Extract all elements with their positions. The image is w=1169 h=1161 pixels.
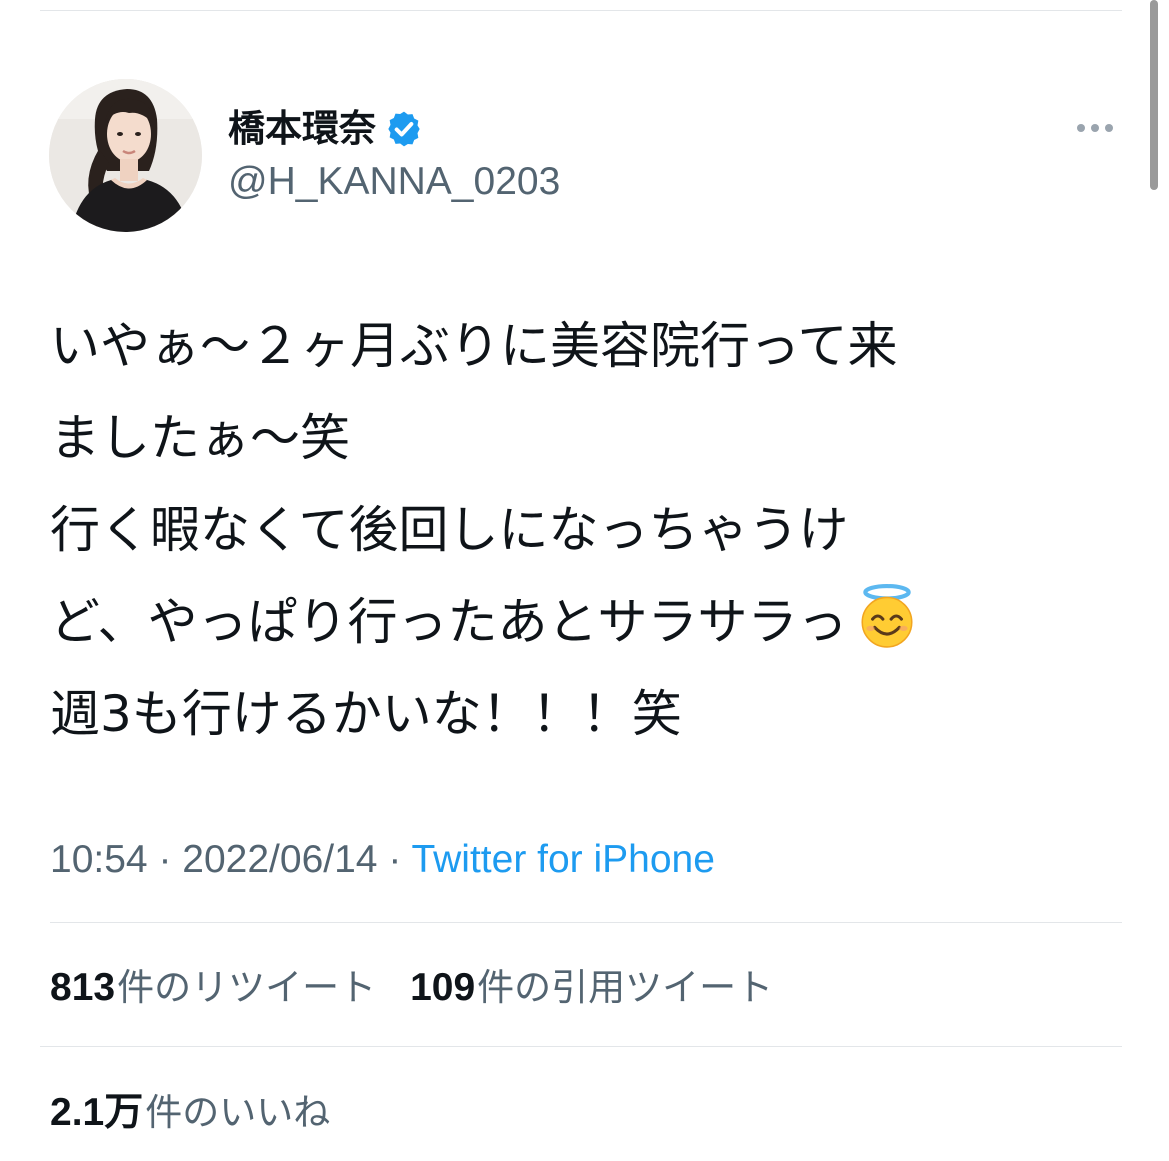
likes-stat-row: 2.1万 件のいいね	[50, 1083, 330, 1135]
tweet-text-line-with-emoji: ど、やっぱり行ったあとサラサラっ	[50, 576, 1130, 668]
display-name[interactable]: 橋本環奈	[228, 103, 424, 155]
retweets-stat[interactable]: 813 件のリツイート	[50, 957, 376, 1011]
avatar-photo	[49, 79, 202, 232]
display-name-text[interactable]: 橋本環奈	[228, 103, 376, 155]
tweet-text-line: 行く暇なくて後回しになっちゃうけ	[50, 501, 849, 559]
tweet-source-link[interactable]: Twitter for iPhone	[411, 838, 714, 881]
tweet-text-line: ど、やっぱり行ったあとサラサラっ	[50, 593, 848, 651]
verified-badge-icon	[388, 111, 420, 147]
top-divider	[40, 10, 1122, 11]
divider	[50, 922, 1122, 923]
quote-tweets-stat[interactable]: 109 件の引用ツイート	[410, 957, 773, 1011]
retweets-count: 813	[50, 966, 116, 1009]
tweet-date[interactable]: 2022/06/14	[182, 838, 377, 881]
more-horizontal-icon-dot	[1105, 124, 1113, 132]
retweets-label: 件のリツイート	[117, 966, 377, 1009]
tweet-text-line: ましたぁ～笑	[50, 409, 350, 467]
likes-label: 件のいいね	[145, 1091, 331, 1134]
tweet-text-line: 週3も行けるかいな！！！笑	[50, 685, 682, 743]
tweet-text: いやぁ～２ヶ月ぶりに美容院行って来 ましたぁ～笑 行く暇なくて後回しになっちゃう…	[50, 300, 1130, 760]
quote-tweets-label: 件の引用ツイート	[477, 966, 774, 1009]
smiling-face-with-halo-emoji	[860, 584, 913, 648]
quote-tweets-count: 109	[410, 966, 476, 1009]
avatar[interactable]	[49, 79, 202, 232]
tweet-text-line: いやぁ～２ヶ月ぶりに美容院行って来	[50, 317, 898, 375]
user-handle[interactable]: @H_KANNA_0203	[228, 156, 560, 208]
tweet-meta: 10:54 · 2022/06/14 · Twitter for iPhone	[50, 834, 715, 886]
likes-count: 2.1万	[50, 1091, 144, 1134]
scrollbar[interactable]	[1150, 0, 1158, 190]
likes-stat[interactable]: 2.1万 件のいいね	[50, 1081, 330, 1137]
tweet-time[interactable]: 10:54	[50, 838, 148, 881]
meta-separator: ·	[147, 838, 183, 881]
more-horizontal-icon	[1077, 124, 1085, 132]
engagement-stats: 813 件のリツイート 109 件の引用ツイート	[50, 958, 773, 1010]
more-horizontal-icon-dot	[1091, 124, 1099, 132]
meta-separator: ·	[377, 838, 412, 881]
divider	[40, 1046, 1122, 1047]
more-options-button[interactable]	[1068, 110, 1122, 146]
